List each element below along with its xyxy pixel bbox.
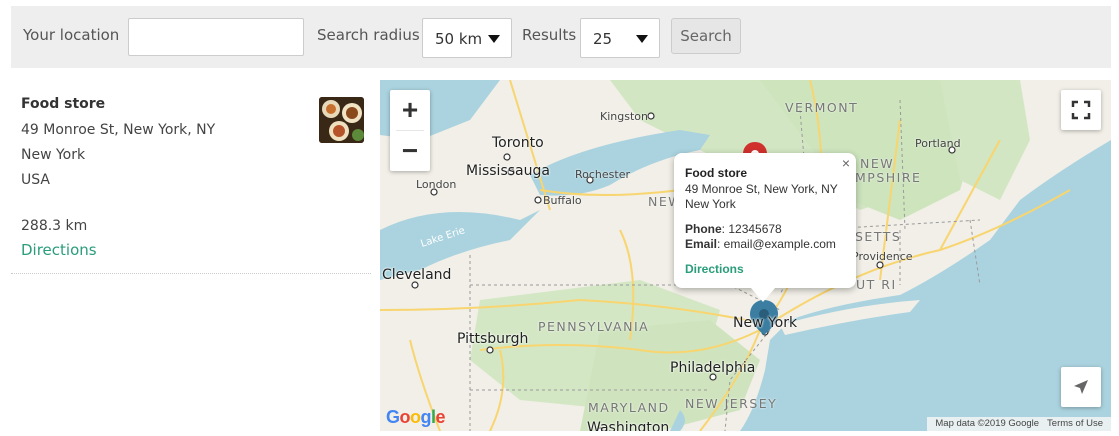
map-label-providence: Providence xyxy=(852,250,913,263)
map-label-new-york-city: New York xyxy=(733,315,798,331)
google-logo[interactable]: Google xyxy=(386,407,446,428)
directions-link[interactable]: Directions xyxy=(21,241,97,259)
zoom-in-button[interactable]: + xyxy=(390,90,430,130)
navigation-arrow-icon xyxy=(1074,380,1088,394)
map-label-toronto: Toronto xyxy=(492,135,544,151)
popup-address: 49 Monroe St, New York, NY xyxy=(685,182,838,196)
zoom-out-button[interactable]: − xyxy=(390,131,430,171)
radius-select[interactable]: 50 km xyxy=(422,18,512,58)
map-label-connecticut: UT RI xyxy=(856,277,897,292)
map-label-cleveland: Cleveland xyxy=(382,267,452,283)
map-data-text: Map data ©2019 Google xyxy=(935,418,1040,429)
map-label-new-hampshire-1: NEW xyxy=(860,156,895,171)
popup-email: Email: email@example.com xyxy=(685,237,836,251)
result-city: New York xyxy=(21,147,86,163)
result-address: 49 Monroe St, New York, NY xyxy=(21,122,216,138)
my-location-button[interactable] xyxy=(1061,367,1101,407)
results-select[interactable]: 25 xyxy=(580,18,660,58)
radius-label: Search radius xyxy=(317,26,420,44)
popup-directions-link[interactable]: Directions xyxy=(685,262,744,276)
location-label: Your location xyxy=(23,26,120,44)
result-country: USA xyxy=(21,172,50,188)
map-label-pittsburgh: Pittsburgh xyxy=(457,331,529,347)
popup-phone-value: : 12345678 xyxy=(721,222,782,236)
popup-email-value: : email@example.com xyxy=(717,237,836,251)
location-input[interactable] xyxy=(128,18,304,56)
map-label-new-hampshire-2: MPSHIRE xyxy=(855,170,922,185)
results-label: Results xyxy=(522,26,577,44)
popup-title: Food store xyxy=(685,166,747,180)
popup-email-label: Email xyxy=(685,237,718,251)
map-attribution: Map data ©2019 Google Terms of Use xyxy=(927,417,1111,431)
map-label-rochester: Rochester xyxy=(575,168,630,181)
search-bar: Your location Search radius 50 km Result… xyxy=(11,6,1111,68)
result-title: Food store xyxy=(21,96,106,112)
map[interactable]: VERMONT Kingston Toronto Mississauga Roc… xyxy=(380,80,1111,431)
search-button[interactable]: Search xyxy=(671,18,741,54)
map-label-portland: Portland xyxy=(915,137,961,150)
chevron-down-icon xyxy=(488,35,500,43)
store-thumbnail xyxy=(319,97,364,143)
map-label-washington: Washington xyxy=(587,420,670,431)
map-label-massachusetts: SETTS xyxy=(855,229,902,244)
map-label-philadelphia: Philadelphia xyxy=(670,360,756,376)
zoom-control: + − xyxy=(390,90,430,171)
map-label-london: London xyxy=(416,178,457,191)
chevron-down-icon xyxy=(636,35,648,43)
results-value: 25 xyxy=(593,30,613,48)
fullscreen-button[interactable] xyxy=(1061,90,1101,130)
popup-phone: Phone: 12345678 xyxy=(685,222,782,236)
map-label-pennsylvania: PENNSYLVANIA xyxy=(538,319,650,334)
map-label-buffalo: Buffalo xyxy=(543,194,582,207)
result-item[interactable]: Food store 49 Monroe St, New York, NY Ne… xyxy=(11,80,371,274)
radius-value: 50 km xyxy=(435,30,483,48)
map-label-new-jersey: NEW JERSEY xyxy=(685,396,778,411)
info-window[interactable]: × Food store 49 Monroe St, New York, NY … xyxy=(674,153,856,302)
map-label-vermont: VERMONT xyxy=(785,100,859,115)
popup-phone-label: Phone xyxy=(685,222,722,236)
result-distance: 288.3 km xyxy=(21,218,88,234)
terms-of-use-link[interactable]: Terms of Use xyxy=(1043,418,1107,429)
fullscreen-icon xyxy=(1071,100,1091,120)
map-label-kingston: Kingston xyxy=(600,110,648,123)
popup-city: New York xyxy=(685,197,736,211)
map-label-mississauga: Mississauga xyxy=(466,163,550,179)
close-icon[interactable]: × xyxy=(842,155,850,171)
map-label-maryland: MARYLAND xyxy=(588,400,670,415)
